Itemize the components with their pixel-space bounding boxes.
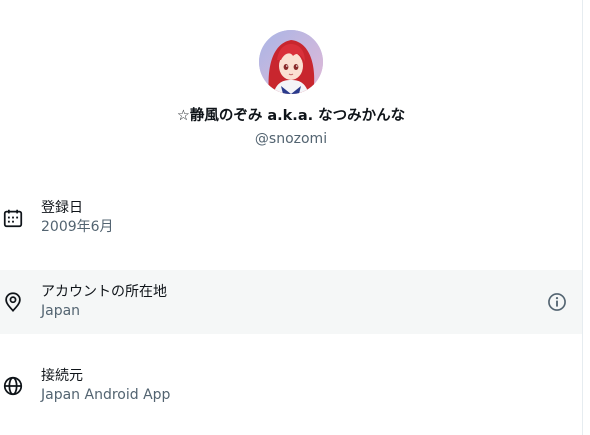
detail-text-joined: 登録日 2009年6月 bbox=[41, 199, 114, 237]
detail-row-connected-via: 接続元 Japan Android App bbox=[0, 354, 582, 418]
avatar-image bbox=[259, 30, 323, 94]
detail-value: Japan bbox=[41, 303, 81, 319]
detail-row-joined: 登録日 2009年6月 bbox=[0, 186, 582, 250]
info-icon[interactable] bbox=[546, 291, 568, 313]
calendar-icon bbox=[3, 209, 23, 228]
globe-icon bbox=[3, 376, 23, 396]
detail-value: 2009年6月 bbox=[41, 219, 114, 235]
detail-label: 登録日 bbox=[41, 200, 83, 216]
detail-row-location[interactable]: アカウントの所在地 Japan bbox=[0, 270, 582, 334]
about-account-page: ☆静風のぞみ a.k.a. なつみかんな @snozomi 登録日 2009年6… bbox=[0, 0, 590, 435]
detail-text-connected-via: 接続元 Japan Android App bbox=[41, 367, 170, 405]
username-handle: @snozomi bbox=[254, 131, 328, 147]
detail-label: アカウントの所在地 bbox=[41, 284, 167, 300]
detail-text-location: アカウントの所在地 Japan bbox=[41, 283, 167, 321]
avatar[interactable] bbox=[259, 30, 323, 94]
detail-value: Japan Android App bbox=[41, 387, 171, 403]
display-name: ☆静風のぞみ a.k.a. なつみかんな bbox=[176, 108, 406, 124]
scrollbar-divider bbox=[582, 0, 583, 435]
location-pin-icon bbox=[5, 292, 21, 313]
detail-label: 接続元 bbox=[41, 368, 83, 384]
profile-header: ☆静風のぞみ a.k.a. なつみかんな @snozomi bbox=[0, 0, 582, 147]
